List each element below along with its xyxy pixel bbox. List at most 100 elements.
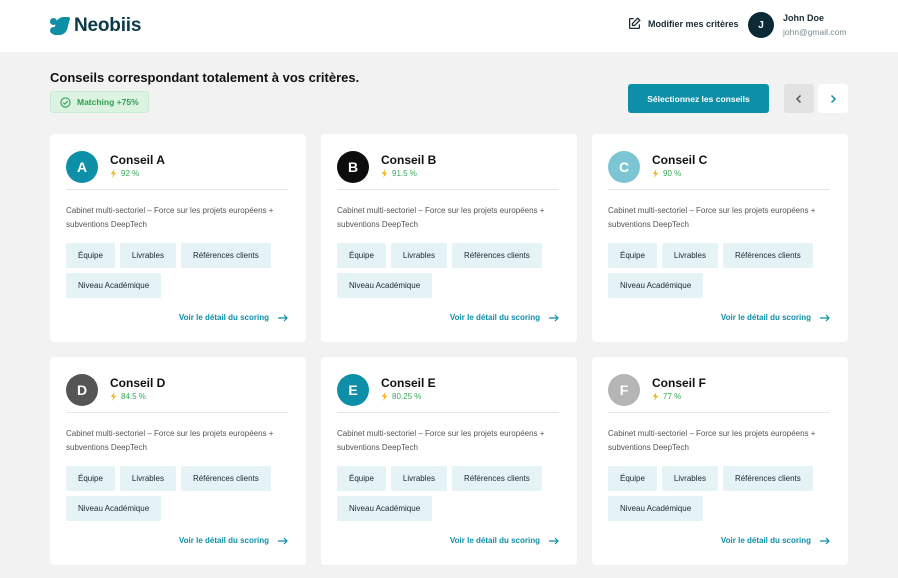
arrow-right-icon [820, 314, 830, 321]
matching-badge-label: Matching +75% [77, 97, 139, 107]
criteria-tag[interactable]: Références clients [722, 243, 813, 268]
criteria-tag[interactable]: Équipe [337, 466, 386, 491]
criteria-tag[interactable]: Références clients [180, 243, 271, 268]
advisor-description: Cabinet multi-sectoriel – Force sur les … [66, 429, 274, 452]
criteria-tag[interactable]: Équipe [608, 243, 657, 268]
advisor-description: Cabinet multi-sectoriel – Force sur les … [337, 206, 545, 229]
scoring-detail-label: Voir le détail du scoring [449, 313, 540, 322]
advisor-card[interactable]: D Conseil D 84.5 % Cabinet multi-sectori… [50, 357, 306, 565]
advisor-score: 84.5 % [110, 392, 146, 401]
advisor-name: Conseil F [652, 376, 707, 390]
advisor-score-value: 90 % [663, 169, 682, 178]
scoring-detail-link[interactable]: Voir le détail du scoring [721, 313, 830, 322]
advisor-name: Conseil E [381, 376, 436, 390]
criteria-tag[interactable]: Livrables [390, 466, 447, 491]
brand-logo[interactable]: Neobiis [50, 13, 141, 39]
criteria-tag[interactable]: Références clients [451, 466, 542, 491]
advisor-description: Cabinet multi-sectoriel – Force sur les … [66, 206, 274, 229]
user-name: John Doe [783, 13, 825, 23]
next-page-button[interactable] [818, 84, 848, 113]
criteria-tag[interactable]: Références clients [180, 466, 271, 491]
advisor-score: 92 % [110, 169, 139, 178]
edit-criteria-label: Modifier mes critères [648, 18, 739, 29]
advisor-description: Cabinet multi-sectoriel – Force sur les … [337, 429, 545, 452]
scoring-detail-link[interactable]: Voir le détail du scoring [179, 536, 288, 545]
bolt-icon [652, 392, 659, 401]
bolt-icon [381, 392, 388, 401]
advisor-score: 90 % [652, 169, 681, 178]
scoring-detail-link[interactable]: Voir le détail du scoring [450, 536, 559, 545]
user-avatar[interactable]: J [748, 12, 774, 38]
bolt-icon [381, 169, 388, 178]
advisor-card[interactable]: F Conseil F 77 % Cabinet multi-sectoriel… [592, 357, 848, 565]
criteria-tag[interactable]: Niveau Académique [66, 496, 162, 521]
criteria-tag[interactable]: Équipe [66, 243, 115, 268]
select-advisors-button[interactable]: Sélectionnez les conseils [628, 84, 769, 113]
criteria-tag[interactable]: Références clients [722, 466, 813, 491]
criteria-tag[interactable]: Livrables [119, 243, 176, 268]
advisor-score-value: 77 % [663, 392, 682, 401]
criteria-tags: Équipe Livrables Références clients Niveau … [66, 243, 296, 298]
criteria-tags: Équipe Livrables Références clients Niveau … [66, 466, 296, 521]
card-divider [337, 412, 559, 413]
criteria-tag[interactable]: Niveau Académique [608, 273, 704, 298]
advisor-card[interactable]: C Conseil C 90 % Cabinet multi-sectoriel… [592, 134, 848, 342]
criteria-tag[interactable]: Niveau Académique [337, 496, 433, 521]
scoring-detail-link[interactable]: Voir le détail du scoring [179, 313, 288, 322]
arrow-right-icon [820, 537, 830, 544]
scoring-detail-link[interactable]: Voir le détail du scoring [721, 536, 830, 545]
criteria-tag[interactable]: Niveau Académique [608, 496, 704, 521]
logo-mark-icon [50, 17, 71, 35]
arrow-right-icon [549, 314, 559, 321]
bolt-icon [110, 392, 117, 401]
advisor-description: Cabinet multi-sectoriel – Force sur les … [608, 429, 816, 452]
criteria-tag[interactable]: Livrables [119, 466, 176, 491]
advisor-score-value: 80.25 % [392, 392, 422, 401]
advisor-avatar: D [66, 374, 98, 406]
criteria-tag[interactable]: Niveau Académique [66, 273, 162, 298]
criteria-tag[interactable]: Livrables [661, 466, 718, 491]
card-divider [66, 412, 288, 413]
criteria-tag[interactable]: Équipe [337, 243, 386, 268]
advisor-score: 80.25 % [381, 392, 421, 401]
scoring-detail-label: Voir le détail du scoring [720, 536, 811, 545]
advisor-card[interactable]: A Conseil A 92 % Cabinet multi-sectoriel… [50, 134, 306, 342]
edit-criteria-link[interactable]: Modifier mes critères [628, 17, 739, 30]
page-title: Conseils correspondant totalement à vos … [50, 70, 360, 85]
criteria-tag[interactable]: Livrables [661, 243, 718, 268]
chevron-right-icon [830, 94, 837, 103]
arrow-right-icon [278, 537, 288, 544]
criteria-tag[interactable]: Livrables [390, 243, 447, 268]
criteria-tag[interactable]: Niveau Académique [337, 273, 433, 298]
criteria-tags: Équipe Livrables Références clients Niveau … [337, 243, 567, 298]
advisor-avatar: C [608, 151, 640, 183]
bolt-icon [652, 169, 659, 178]
matching-badge: Matching +75% [50, 91, 149, 113]
advisor-card[interactable]: E Conseil E 80.25 % Cabinet multi-sector… [321, 357, 577, 565]
criteria-tag[interactable]: Équipe [66, 466, 115, 491]
advisor-avatar: E [337, 374, 369, 406]
advisor-avatar: F [608, 374, 640, 406]
top-bar: Neobiis Modifier mes critères J John Doe… [0, 0, 898, 52]
advisor-score: 77 % [652, 392, 681, 401]
advisor-score: 91.5 % [381, 169, 417, 178]
scoring-detail-label: Voir le détail du scoring [178, 536, 269, 545]
chevron-left-icon [795, 94, 802, 103]
advisor-name: Conseil A [110, 153, 165, 167]
edit-icon [628, 17, 641, 30]
advisor-avatar: B [337, 151, 369, 183]
criteria-tag[interactable]: Équipe [608, 466, 657, 491]
criteria-tags: Équipe Livrables Références clients Niveau … [337, 466, 567, 521]
scoring-detail-link[interactable]: Voir le détail du scoring [450, 313, 559, 322]
advisor-name: Conseil C [652, 153, 708, 167]
bolt-icon [110, 169, 117, 178]
criteria-tag[interactable]: Références clients [451, 243, 542, 268]
card-divider [337, 189, 559, 190]
advisor-description: Cabinet multi-sectoriel – Force sur les … [608, 206, 816, 229]
prev-page-button[interactable] [784, 84, 814, 113]
advisor-name: Conseil B [381, 153, 437, 167]
criteria-tags: Équipe Livrables Références clients Niveau … [608, 466, 838, 521]
arrow-right-icon [549, 537, 559, 544]
advisor-card[interactable]: B Conseil B 91.5 % Cabinet multi-sectori… [321, 134, 577, 342]
brand-name: Neobiis [74, 15, 142, 36]
